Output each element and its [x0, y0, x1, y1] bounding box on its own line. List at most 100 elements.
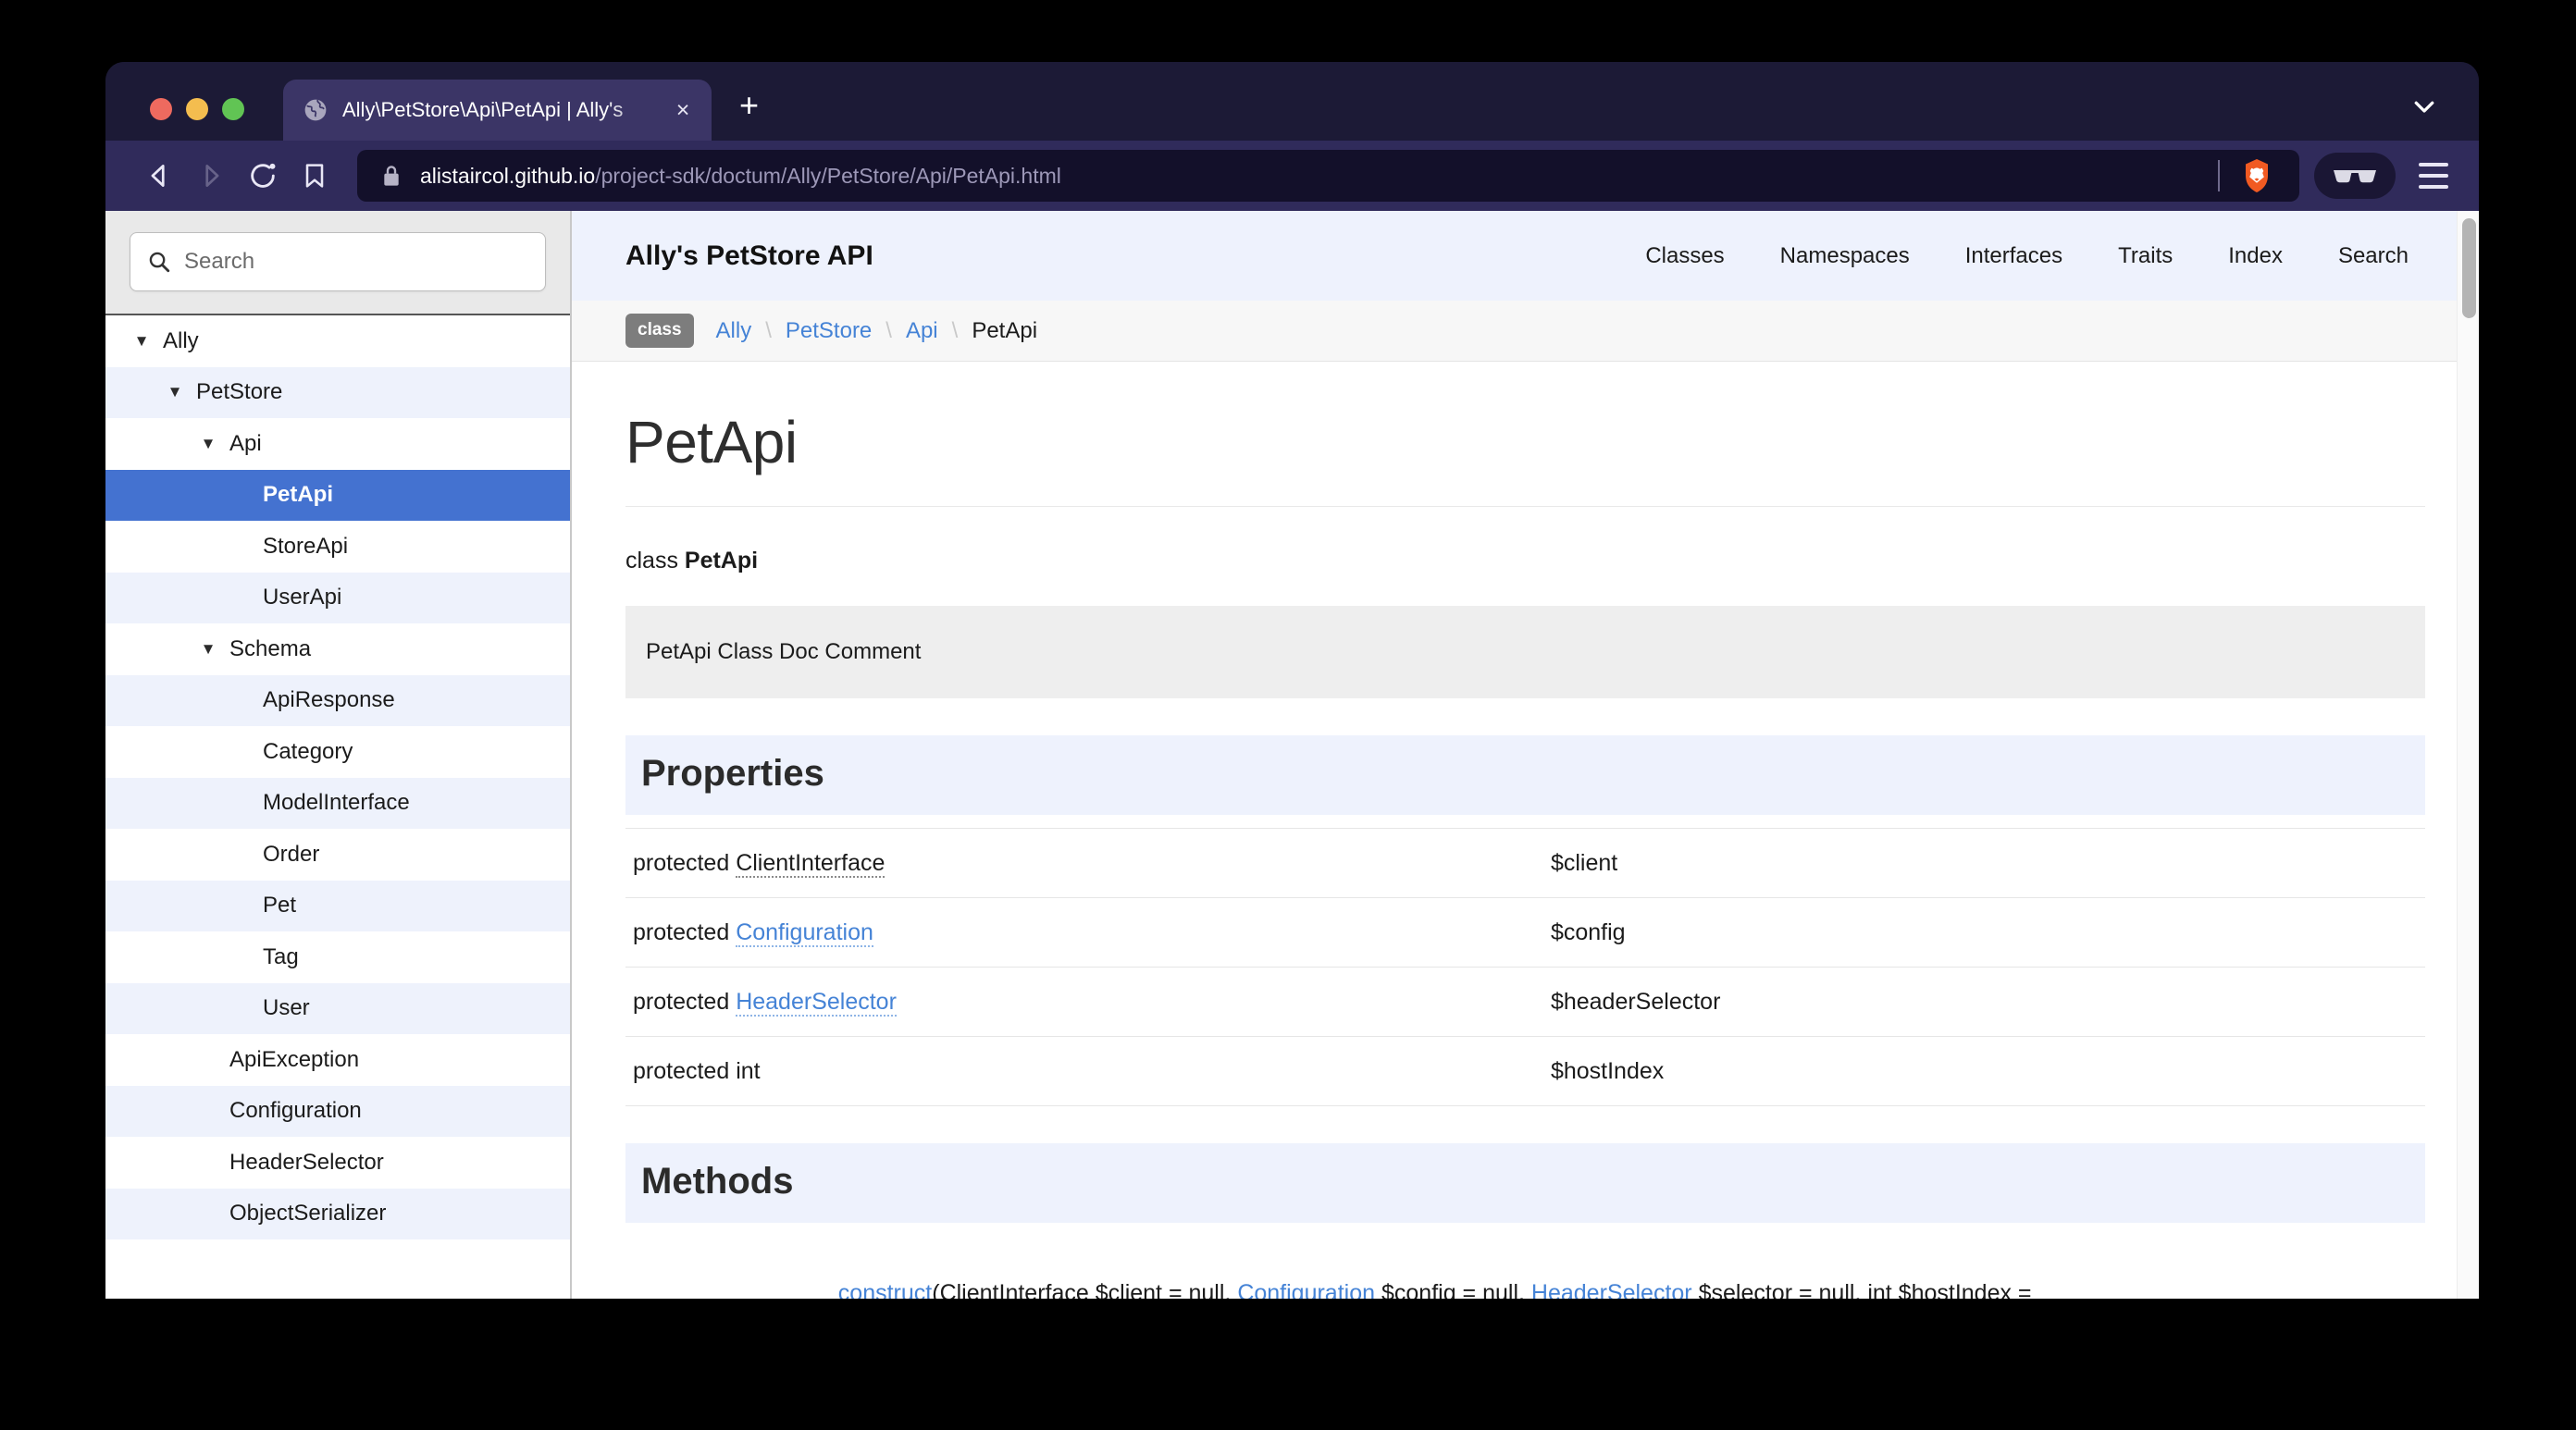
table-row: protected HeaderSelector $headerSelector: [625, 967, 2425, 1037]
sidebar-item-label: HeaderSelector: [229, 1149, 384, 1175]
search-icon: [149, 252, 170, 273]
divider: [2218, 160, 2220, 191]
signature-type-link[interactable]: Configuration: [1237, 1280, 1376, 1299]
chevron-down-icon[interactable]: [2410, 92, 2438, 120]
sidebar-item-label: UserApi: [263, 585, 342, 610]
nav-link-namespaces[interactable]: Namespaces: [1780, 243, 1910, 269]
namespace-tree: ▼Ally▼PetStore▼Api▼PetApi▼StoreApi▼UserA…: [105, 315, 570, 1299]
bookmark-button[interactable]: [289, 150, 341, 202]
class-keyword: class: [625, 548, 685, 573]
sidebar-item-petapi[interactable]: ▼PetApi: [105, 469, 570, 521]
sidebar-item-headerselector[interactable]: ▼HeaderSelector: [105, 1137, 570, 1189]
sidebar-item-api[interactable]: ▼ Api: [105, 418, 570, 470]
lock-icon: [384, 166, 399, 186]
sidebar-item-label: Api: [229, 430, 262, 456]
nav-link-traits[interactable]: Traits: [2118, 243, 2173, 269]
minimize-window-button[interactable]: [186, 98, 208, 120]
caret-down-icon[interactable]: ▼: [130, 332, 154, 351]
sidebar: ▼Ally▼PetStore▼Api▼PetApi▼StoreApi▼UserA…: [105, 211, 572, 1299]
breadcrumb-item-petapi: PetApi: [972, 317, 1038, 343]
breadcrumb-separator: \: [951, 317, 959, 343]
sidebar-item-apiexception[interactable]: ▼ApiException: [105, 1034, 570, 1086]
omnibox-actions: [2207, 150, 2299, 202]
browser-tab[interactable]: Ally\PetStore\Api\PetApi | Ally's ×: [283, 80, 712, 141]
methods-list: __construct(ClientInterface $client = nu…: [625, 1223, 2425, 1299]
browser-toolbar: alistaircol.github.io/project-sdk/doctum…: [105, 141, 2479, 211]
sidebar-item-user[interactable]: ▼User: [105, 982, 570, 1034]
property-type[interactable]: Configuration: [736, 919, 873, 947]
site-title: Ally's PetStore API: [625, 240, 873, 271]
sidebar-item-label: Pet: [263, 893, 297, 918]
caret-down-icon[interactable]: ▼: [196, 640, 220, 659]
maximize-window-button[interactable]: [222, 98, 244, 120]
forward-button[interactable]: [185, 150, 237, 202]
property-type[interactable]: HeaderSelector: [736, 989, 897, 1017]
sidebar-item-objectserializer[interactable]: ▼ObjectSerializer: [105, 1188, 570, 1239]
sidebar-item-label: User: [263, 995, 310, 1021]
doc-nav: Classes Namespaces Interfaces Traits Index Se…: [1645, 243, 2409, 269]
back-button[interactable]: [133, 150, 185, 202]
status-badge: class: [625, 314, 694, 348]
sidebar-item-label: Tag: [263, 943, 299, 969]
property-name-cell: $headerSelector: [1542, 967, 2425, 1037]
signature-type-link[interactable]: HeaderSelector: [1530, 1280, 1692, 1299]
table-row: protected int $hostIndex: [625, 1036, 2425, 1106]
breadcrumb-item-petstore[interactable]: PetStore: [786, 318, 872, 343]
property-type-cell: protected Configuration: [625, 897, 1543, 968]
sidebar-item-order[interactable]: ▼Order: [105, 829, 570, 881]
hamburger-menu-icon[interactable]: [2409, 151, 2458, 201]
signature-text: $client = null,: [1095, 1280, 1238, 1299]
reload-button[interactable]: [237, 150, 289, 202]
sidebar-item-apiresponse[interactable]: ▼ApiResponse: [105, 674, 570, 726]
properties-heading: Properties: [625, 735, 2425, 815]
new-tab-button[interactable]: +: [739, 89, 759, 122]
close-window-button[interactable]: [150, 98, 172, 120]
caret-down-icon[interactable]: ▼: [163, 383, 187, 401]
close-icon[interactable]: ×: [671, 98, 695, 122]
nav-link-interfaces[interactable]: Interfaces: [1965, 243, 2062, 269]
signature-text: $config = null,: [1381, 1280, 1531, 1299]
property-visibility: protected: [633, 850, 737, 876]
property-type-cell: protected HeaderSelector: [625, 967, 1543, 1037]
bookmark-icon: [305, 164, 324, 188]
url-path: /project-sdk/doctum/Ally/PetStore/Api/Pe…: [595, 163, 1061, 188]
globe-icon: [304, 99, 327, 121]
class-doc-comment: PetApi Class Doc Comment: [625, 606, 2425, 698]
sunglasses-icon: [2334, 170, 2376, 183]
search-box[interactable]: [130, 232, 546, 291]
sidebar-item-category[interactable]: ▼Category: [105, 726, 570, 778]
caret-down-icon[interactable]: ▼: [196, 435, 220, 453]
sidebar-item-modelinterface[interactable]: ▼ModelInterface: [105, 777, 570, 829]
sidebar-search-area: [105, 211, 570, 315]
brave-lion-shield-icon[interactable]: [2238, 157, 2275, 194]
sidebar-item-configuration[interactable]: ▼Configuration: [105, 1085, 570, 1137]
private-window-button[interactable]: [2314, 153, 2396, 199]
sidebar-item-userapi[interactable]: ▼UserApi: [105, 572, 570, 623]
search-input[interactable]: [184, 249, 528, 275]
sidebar-item-label: ApiResponse: [263, 687, 395, 713]
sidebar-item-tag[interactable]: ▼Tag: [105, 931, 570, 983]
class-declaration: class PetApi: [625, 507, 2425, 574]
property-name-cell: $config: [1542, 897, 2425, 968]
sidebar-item-ally[interactable]: ▼ Ally: [105, 315, 570, 367]
property-type-cell: protected int: [625, 1036, 1543, 1106]
nav-link-index[interactable]: Index: [2228, 243, 2283, 269]
scrollbar-thumb[interactable]: [2462, 218, 2476, 318]
scrollbar[interactable]: [2457, 211, 2479, 1299]
tab-title: Ally\PetStore\Api\PetApi | Ally's: [342, 98, 624, 121]
nav-link-classes[interactable]: Classes: [1645, 243, 1724, 269]
nav-link-search[interactable]: Search: [2338, 243, 2409, 269]
sidebar-item-label: Ally: [163, 327, 199, 353]
table-row: protected ClientInterface $client: [625, 828, 2425, 898]
sidebar-item-label: StoreApi: [263, 533, 349, 559]
sidebar-item-petstore[interactable]: ▼ PetStore: [105, 366, 570, 418]
sidebar-item-schema[interactable]: ▼ Schema: [105, 623, 570, 675]
method-name-link[interactable]: __construct: [812, 1280, 933, 1299]
sidebar-item-storeapi[interactable]: ▼StoreApi: [105, 521, 570, 573]
sidebar-item-pet[interactable]: ▼Pet: [105, 880, 570, 931]
breadcrumb-item-ally[interactable]: Ally: [716, 318, 752, 343]
back-arrow-icon: [151, 165, 165, 187]
breadcrumb: class Ally \ PetStore \ Api \ PetApi: [572, 301, 2479, 362]
breadcrumb-item-api[interactable]: Api: [906, 318, 938, 343]
address-bar[interactable]: alistaircol.github.io/project-sdk/doctum…: [357, 150, 2299, 202]
